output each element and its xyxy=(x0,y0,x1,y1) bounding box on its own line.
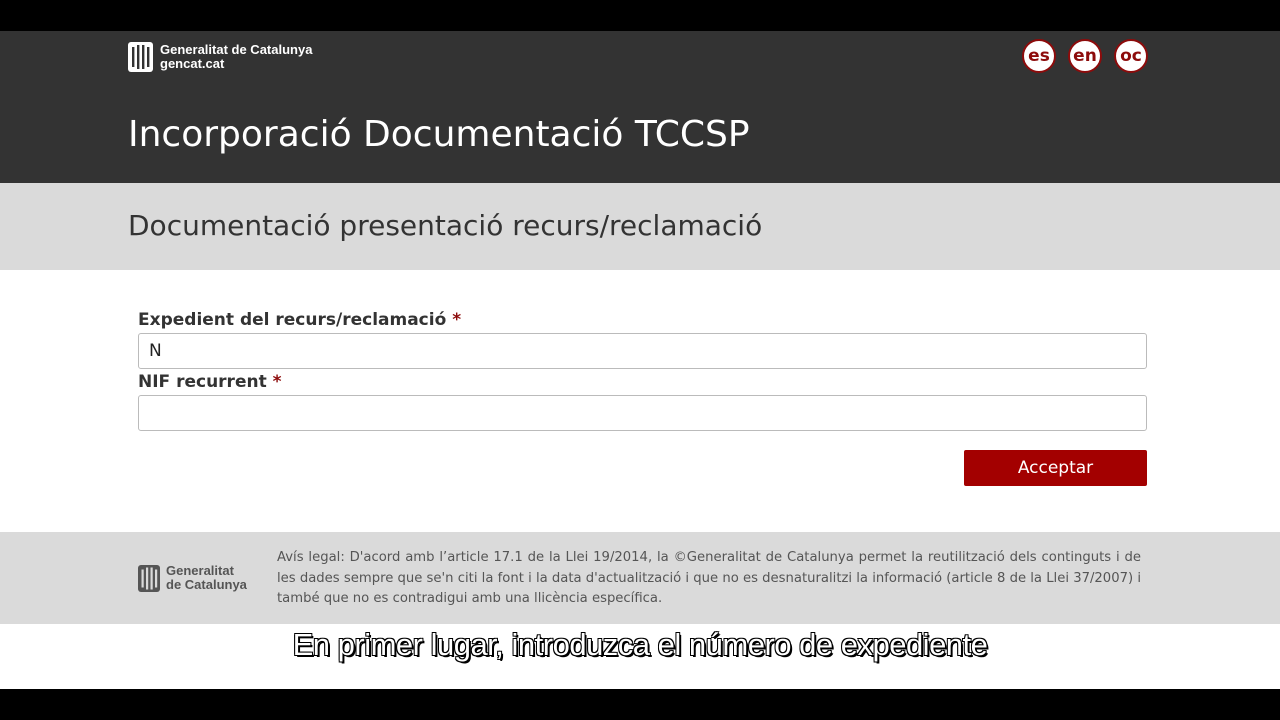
required-mark: * xyxy=(452,310,462,330)
language-selector: es en oc xyxy=(1022,39,1148,73)
legal-notice: Avís legal: D'acord amb l’article 17.1 d… xyxy=(277,550,1141,606)
logo-line-1: Generalitat de Catalunya xyxy=(160,42,313,57)
page-title: Documentació presentació recurs/reclamac… xyxy=(128,209,763,242)
app-title: Incorporació Documentació TCCSP xyxy=(128,114,750,155)
app-frame: Generalitat de Catalunya gencat.cat es e… xyxy=(0,31,1280,689)
logo-line-2: gencat.cat xyxy=(160,56,225,71)
accept-button[interactable]: Acceptar xyxy=(964,450,1147,486)
footer-logo-line-2: de Catalunya xyxy=(166,577,247,592)
expedient-label-text: Expedient del recurs/reclamació xyxy=(138,310,447,330)
required-mark: * xyxy=(272,372,282,392)
expedient-input[interactable] xyxy=(138,333,1147,369)
generalitat-stripes-icon xyxy=(128,42,153,72)
nif-label: NIF recurrent * xyxy=(138,371,282,393)
header: Generalitat de Catalunya gencat.cat es e… xyxy=(0,31,1280,183)
nif-input[interactable] xyxy=(138,395,1147,431)
video-subtitle: En primer lugar, introduzca el número de… xyxy=(292,626,989,662)
footer-logo-line-1: Generalitat xyxy=(166,563,234,578)
generalitat-stripes-icon xyxy=(138,564,160,592)
nif-label-text: NIF recurrent xyxy=(138,372,267,392)
lang-en-button[interactable]: en xyxy=(1068,39,1102,73)
section-band: Documentació presentació recurs/reclamac… xyxy=(0,183,1280,270)
footer-logo-text: Generalitat de Catalunya xyxy=(166,564,247,592)
lang-es-button[interactable]: es xyxy=(1022,39,1056,73)
logo-text: Generalitat de Catalunya gencat.cat xyxy=(160,43,312,71)
expedient-label: Expedient del recurs/reclamació * xyxy=(138,309,461,331)
footer: Generalitat de Catalunya Avís legal: D'a… xyxy=(0,532,1280,624)
gencat-logo[interactable]: Generalitat de Catalunya gencat.cat xyxy=(128,42,312,72)
footer-logo[interactable]: Generalitat de Catalunya xyxy=(138,564,247,592)
lang-oc-button[interactable]: oc xyxy=(1114,39,1148,73)
